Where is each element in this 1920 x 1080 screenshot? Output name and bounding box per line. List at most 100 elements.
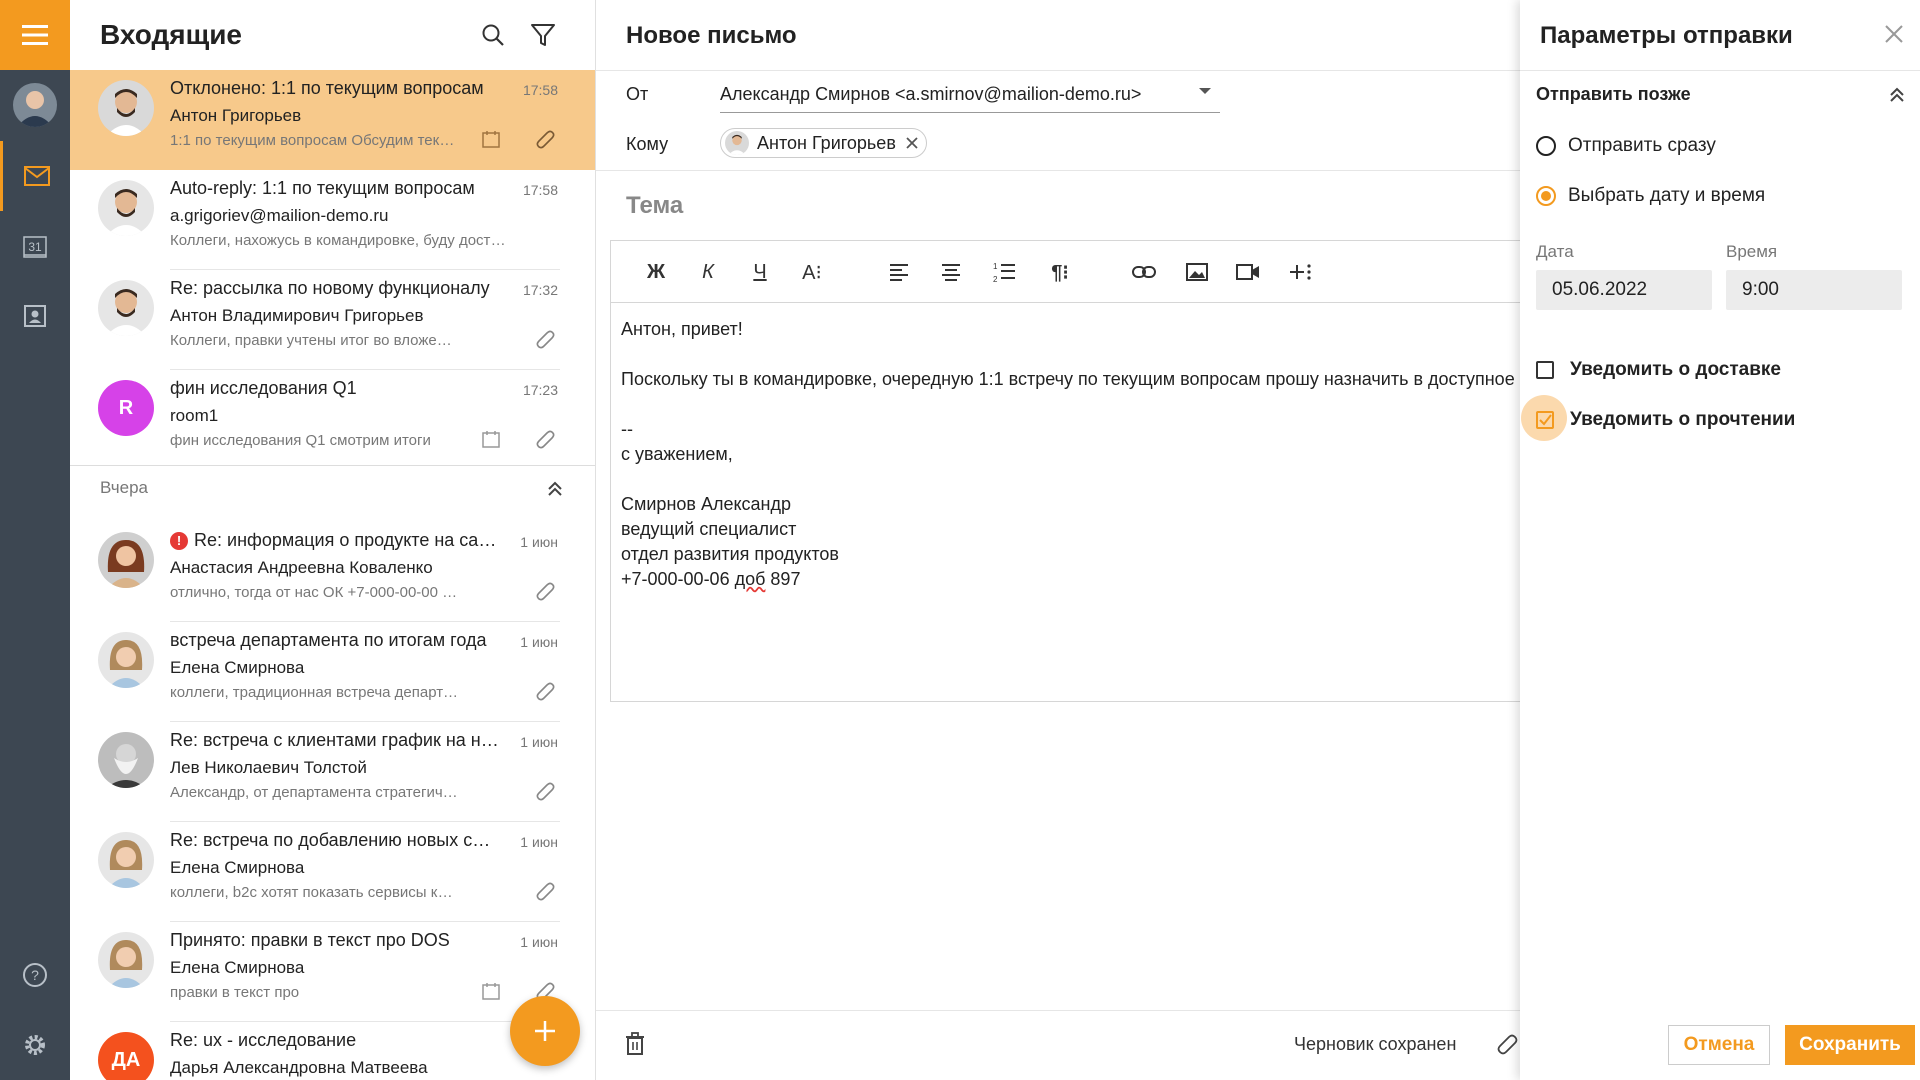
group-label: Вчера — [100, 478, 148, 497]
message-subject: ! Re: информация о продукте на сайте — [170, 530, 500, 551]
avatar[interactable] — [13, 83, 57, 127]
avatar — [98, 832, 154, 888]
link-icon[interactable] — [1131, 259, 1157, 285]
avatar — [98, 80, 154, 136]
recipient-chip[interactable]: Антон Григорьев — [720, 128, 927, 158]
save-button[interactable]: Сохранить — [1785, 1025, 1915, 1065]
image-icon[interactable] — [1185, 259, 1209, 285]
message-time: 17:32 — [522, 282, 558, 298]
message-editor[interactable]: Ж К Ч A⁝ 12 ¶⁝ Антон, привет! Поскольку … — [610, 240, 1571, 702]
checkbox-notify-read[interactable] — [1536, 411, 1554, 429]
close-icon[interactable] — [906, 137, 918, 149]
divider — [596, 170, 1520, 171]
trash-icon[interactable] — [624, 1032, 646, 1056]
align-center-icon[interactable] — [940, 259, 962, 285]
paperclip-icon — [536, 330, 555, 349]
chevron-up-double-icon[interactable] — [1886, 84, 1908, 106]
message-subject: Принято: правки в текст про DOS — [170, 930, 450, 950]
from-label: От — [626, 84, 649, 104]
subject-input[interactable]: Тема — [626, 192, 683, 220]
paperclip-icon[interactable] — [1494, 1030, 1520, 1056]
message-time: 1 июн — [520, 934, 558, 950]
message-preview: Коллеги, нахожусь в командировке, буду д… — [170, 232, 510, 249]
to-label: Кому — [626, 134, 669, 154]
message-sender: Антон Владимирович Григорьев — [170, 306, 424, 325]
paragraph-button[interactable]: ¶⁝ — [1045, 259, 1075, 285]
calendar-icon — [482, 431, 500, 448]
filter-icon[interactable] — [530, 22, 556, 48]
font-button[interactable]: A⁝ — [797, 259, 827, 285]
list-item[interactable]: R фин исследования Q1 17:23 room1 фин ис… — [70, 370, 595, 470]
help-nav-button[interactable]: ? — [0, 940, 70, 1010]
menu-button[interactable] — [0, 0, 70, 70]
message-preview: Коллеги, правки учтены итог во вложении — [170, 332, 460, 349]
chevron-up-double-icon[interactable] — [544, 478, 566, 500]
message-subject: фин исследования Q1 — [170, 378, 357, 398]
divider — [596, 70, 1520, 71]
list-item[interactable]: ! Re: информация о продукте на сайте 1 ию… — [70, 522, 595, 622]
send-now-option[interactable]: Отправить сразу — [1536, 135, 1716, 157]
chevron-down-icon[interactable] — [1198, 86, 1212, 96]
page-title: Входящие — [100, 19, 242, 50]
compose-panel: Новое письмо От Александр Смирнов <a.smi… — [596, 0, 1571, 1080]
italic-button[interactable]: К — [695, 259, 721, 285]
radio-schedule[interactable] — [1536, 186, 1556, 206]
paperclip-icon — [536, 430, 555, 449]
time-label: Время — [1726, 242, 1778, 261]
message-subject: Re: встреча с клиентами график на неделю — [170, 730, 500, 750]
mail-nav-button[interactable] — [0, 141, 70, 211]
close-icon[interactable] — [1884, 24, 1904, 44]
notify-delivery-option[interactable]: Уведомить о доставке — [1536, 359, 1781, 381]
search-icon[interactable] — [480, 22, 506, 48]
paperclip-icon — [536, 582, 555, 601]
message-sender: Дарья Александровна Матвеева — [170, 1058, 428, 1077]
message-time: 1 июн — [520, 834, 558, 850]
message-subject: Auto-reply: 1:1 по текущим вопросам — [170, 178, 475, 198]
notify-read-option[interactable]: Уведомить о прочтении — [1536, 409, 1795, 431]
svg-text:1: 1 — [993, 262, 998, 271]
underline-button[interactable]: Ч — [747, 259, 773, 285]
list-item[interactable]: Отклонено: 1:1 по текущим вопросам 17:58… — [70, 70, 595, 170]
list-item[interactable]: встреча департамента по итогам года 1 ию… — [70, 622, 595, 722]
schedule-option[interactable]: Выбрать дату и время — [1536, 185, 1765, 207]
paperclip-icon — [536, 782, 555, 801]
message-preview: коллеги, традиционная встреча департамен… — [170, 684, 460, 701]
video-icon[interactable] — [1235, 259, 1261, 285]
list-item[interactable]: Auto-reply: 1:1 по текущим вопросам 17:5… — [70, 170, 595, 270]
new-message-button[interactable] — [510, 996, 580, 1066]
message-body: Антон, привет! Поскольку ты в командиров… — [621, 319, 1572, 589]
contacts-nav-button[interactable] — [0, 281, 70, 351]
help-icon: ? — [23, 963, 47, 987]
align-left-icon[interactable] — [888, 259, 910, 285]
list-item[interactable]: Re: встреча по добавлению новых сервисов… — [70, 822, 595, 922]
calendar-nav-button[interactable]: 31 — [0, 211, 70, 281]
message-subject: Re: рассылка по новому функционалу — [170, 278, 490, 298]
message-preview: фин исследования Q1 смотрим итоги — [170, 432, 431, 449]
compose-title: Новое письмо — [626, 22, 797, 49]
message-list-panel: Входящие Отклонено: 1:1 по текущим вопро… — [70, 0, 596, 1080]
avatar — [98, 632, 154, 688]
message-time: 17:23 — [522, 382, 558, 398]
list-item[interactable]: Re: рассылка по новому функционалу 17:32… — [70, 270, 595, 370]
more-insert-icon[interactable] — [1287, 259, 1313, 285]
from-select[interactable]: Александр Смирнов <a.smirnov@mailion-dem… — [720, 84, 1220, 105]
checkbox-notify-delivery[interactable] — [1536, 361, 1554, 379]
svg-text:?: ? — [31, 967, 39, 983]
list-item[interactable]: Re: встреча с клиентами график на неделю… — [70, 722, 595, 822]
recipient-name: Антон Григорьев — [757, 132, 896, 153]
bold-button[interactable]: Ж — [643, 259, 669, 285]
calendar-icon — [482, 131, 500, 148]
date-field[interactable]: 05.06.2022 — [1536, 270, 1712, 310]
radio-send-now[interactable] — [1536, 136, 1556, 156]
panel-title: Параметры отправки — [1540, 22, 1793, 49]
cancel-button[interactable]: Отмена — [1668, 1025, 1770, 1065]
message-subject: Re: ux - исследование — [170, 1030, 357, 1050]
divider — [720, 112, 1220, 113]
app-rail: 31 ? — [0, 0, 70, 1080]
paperclip-icon — [536, 882, 555, 901]
numbered-list-icon[interactable]: 12 — [992, 259, 1016, 285]
list-item[interactable]: Принято: правки в текст про DOS 1 июн Ел… — [70, 922, 595, 1022]
time-field[interactable]: 9:00 — [1726, 270, 1902, 310]
settings-nav-button[interactable] — [0, 1010, 70, 1080]
message-preview: коллеги, b2c хотят показать сервисы кале… — [170, 884, 460, 901]
